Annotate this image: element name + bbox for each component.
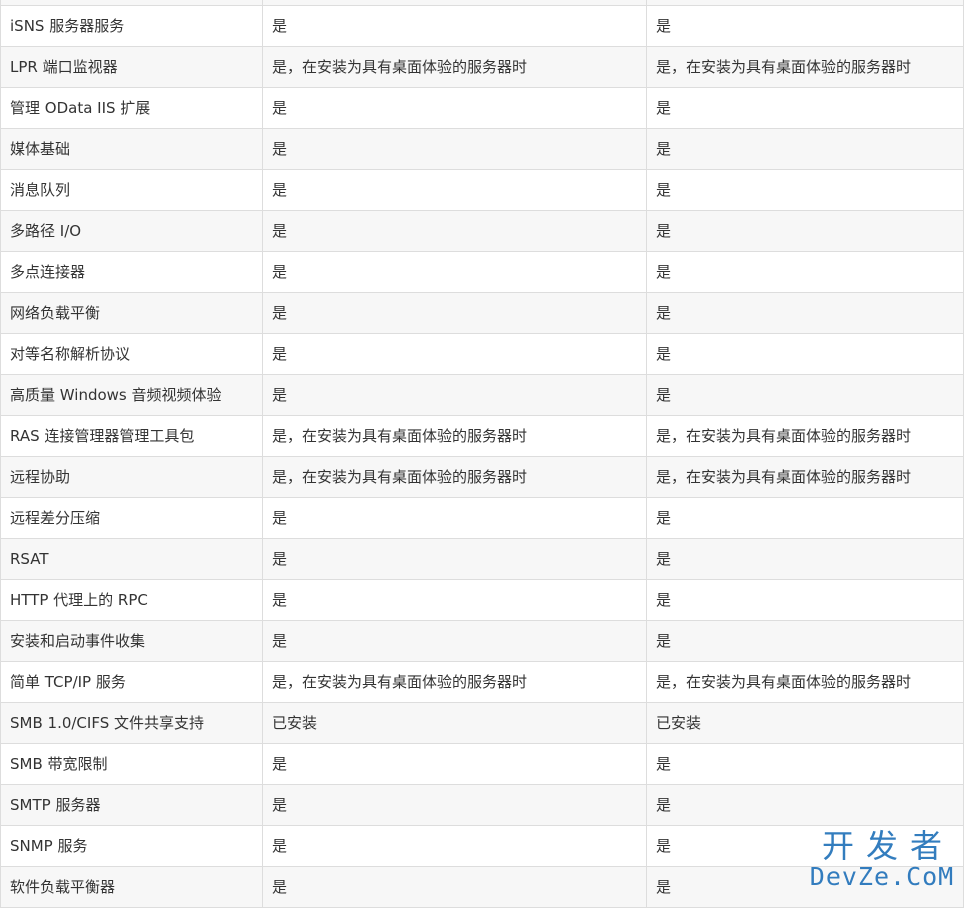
feature-name-cell: 多点连接器: [0, 251, 263, 293]
feature-support-cell-b: 是: [646, 210, 964, 252]
feature-name-cell: SNMP 服务: [0, 825, 263, 867]
table-row: 简单 TCP/IP 服务 是，在安装为具有桌面体验的服务器时 是，在安装为具有桌面体…: [0, 661, 964, 703]
feature-name-cell: 简单 TCP/IP 服务: [0, 661, 263, 703]
feature-support-cell-b: 是: [646, 579, 964, 621]
feature-name-cell: 远程协助: [0, 456, 263, 498]
table-row: iSNS 服务器服务是是: [0, 5, 964, 47]
feature-name-cell: RAS 连接管理器管理工具包: [0, 415, 263, 457]
feature-support-cell-b: 是: [646, 743, 964, 785]
feature-support-cell-a: 是，在安装为具有桌面体验的服务器时: [262, 46, 647, 88]
feature-support-cell-a: 是: [262, 497, 647, 539]
feature-support-cell-b: 是: [646, 497, 964, 539]
feature-name-cell: 远程差分压缩: [0, 497, 263, 539]
feature-support-cell-a: 是: [262, 333, 647, 375]
table-row: 多点连接器是是: [0, 251, 964, 293]
feature-support-cell-b: 已安装: [646, 702, 964, 744]
table-row: RAS 连接管理器管理工具包 是，在安装为具有桌面体验的服务器时 是，在安装为具有桌…: [0, 415, 964, 457]
table-row: 消息队列是是: [0, 169, 964, 211]
feature-support-cell-b: 是: [646, 784, 964, 826]
feature-support-cell-a: 已安装: [262, 702, 647, 744]
feature-table-body: iSNS 服务器服务是是 LPR 端口监视器 是，在安装为具有桌面体验的服务器时 是，…: [0, 0, 964, 908]
feature-support-cell-b: 是: [646, 866, 964, 908]
table-row: RSAT 是是: [0, 538, 964, 580]
feature-name-cell: 管理 OData IIS 扩展: [0, 87, 263, 129]
feature-support-cell-a: 是: [262, 620, 647, 662]
table-row: 高质量 Windows 音频视频体验是是: [0, 374, 964, 416]
table-row: 安装和启动事件收集是是: [0, 620, 964, 662]
feature-name-cell: 对等名称解析协议: [0, 333, 263, 375]
feature-support-cell-a: 是: [262, 87, 647, 129]
feature-support-cell-b: 是: [646, 825, 964, 867]
feature-table-container: iSNS 服务器服务是是 LPR 端口监视器 是，在安装为具有桌面体验的服务器时 是，…: [0, 0, 964, 908]
feature-name-cell: SMTP 服务器: [0, 784, 263, 826]
table-row: 网络负载平衡是是: [0, 292, 964, 334]
feature-support-cell-b: 是: [646, 251, 964, 293]
feature-name-cell: LPR 端口监视器: [0, 46, 263, 88]
feature-support-cell-b: 是，在安装为具有桌面体验的服务器时: [646, 415, 964, 457]
feature-support-cell-b: 是: [646, 538, 964, 580]
table-row: 多路径 I/O 是是: [0, 210, 964, 252]
feature-name-cell: 媒体基础: [0, 128, 263, 170]
feature-support-cell-b: 是: [646, 169, 964, 211]
feature-name-cell: 安装和启动事件收集: [0, 620, 263, 662]
feature-support-cell-a: 是: [262, 251, 647, 293]
table-row: 对等名称解析协议是是: [0, 333, 964, 375]
feature-support-cell-a: 是: [262, 169, 647, 211]
table-row: 远程差分压缩是是: [0, 497, 964, 539]
feature-name-cell: 软件负载平衡器: [0, 866, 263, 908]
feature-support-cell-b: 是: [646, 128, 964, 170]
feature-support-cell-b: 是: [646, 5, 964, 47]
table-row: SMB 带宽限制是是: [0, 743, 964, 785]
feature-support-cell-a: 是: [262, 5, 647, 47]
feature-support-cell-a: 是，在安装为具有桌面体验的服务器时: [262, 415, 647, 457]
feature-support-cell-a: 是: [262, 292, 647, 334]
feature-support-cell-b: 是: [646, 620, 964, 662]
feature-support-cell-b: 是: [646, 374, 964, 416]
table-row: 软件负载平衡器是是: [0, 866, 964, 908]
feature-name-cell: HTTP 代理上的 RPC: [0, 579, 263, 621]
feature-name-cell: iSNS 服务器服务: [0, 5, 263, 47]
feature-name-cell: RSAT: [0, 538, 263, 580]
feature-support-cell-a: 是: [262, 374, 647, 416]
table-row: LPR 端口监视器 是，在安装为具有桌面体验的服务器时 是，在安装为具有桌面体验的服…: [0, 46, 964, 88]
feature-name-cell: SMB 带宽限制: [0, 743, 263, 785]
table-row: HTTP 代理上的 RPC 是是: [0, 579, 964, 621]
feature-support-cell-b: 是，在安装为具有桌面体验的服务器时: [646, 46, 964, 88]
feature-support-cell-b: 是: [646, 87, 964, 129]
feature-support-cell-a: 是: [262, 579, 647, 621]
feature-name-cell: 消息队列: [0, 169, 263, 211]
feature-support-cell-b: 是: [646, 292, 964, 334]
feature-support-cell-a: 是: [262, 538, 647, 580]
feature-support-cell-a: 是，在安装为具有桌面体验的服务器时: [262, 456, 647, 498]
feature-support-cell-a: 是: [262, 210, 647, 252]
feature-name-cell: 多路径 I/O: [0, 210, 263, 252]
table-row: SMB 1.0/CIFS 文件共享支持 已安装 已安装: [0, 702, 964, 744]
table-row: 管理 OData IIS 扩展是是: [0, 87, 964, 129]
feature-support-cell-a: 是: [262, 743, 647, 785]
feature-table: iSNS 服务器服务是是 LPR 端口监视器 是，在安装为具有桌面体验的服务器时 是，…: [0, 0, 964, 908]
feature-name-cell: 网络负载平衡: [0, 292, 263, 334]
feature-name-cell: 高质量 Windows 音频视频体验: [0, 374, 263, 416]
table-row: 媒体基础是是: [0, 128, 964, 170]
feature-support-cell-a: 是，在安装为具有桌面体验的服务器时: [262, 661, 647, 703]
feature-support-cell-a: 是: [262, 128, 647, 170]
feature-support-cell-a: 是: [262, 866, 647, 908]
feature-support-cell-b: 是: [646, 333, 964, 375]
table-row: 远程协助 是，在安装为具有桌面体验的服务器时 是，在安装为具有桌面体验的服务器时: [0, 456, 964, 498]
feature-support-cell-a: 是: [262, 784, 647, 826]
feature-name-cell: SMB 1.0/CIFS 文件共享支持: [0, 702, 263, 744]
feature-support-cell-b: 是，在安装为具有桌面体验的服务器时: [646, 661, 964, 703]
table-row: SMTP 服务器是是: [0, 784, 964, 826]
feature-support-cell-b: 是，在安装为具有桌面体验的服务器时: [646, 456, 964, 498]
feature-support-cell-a: 是: [262, 825, 647, 867]
table-row: SNMP 服务是是: [0, 825, 964, 867]
